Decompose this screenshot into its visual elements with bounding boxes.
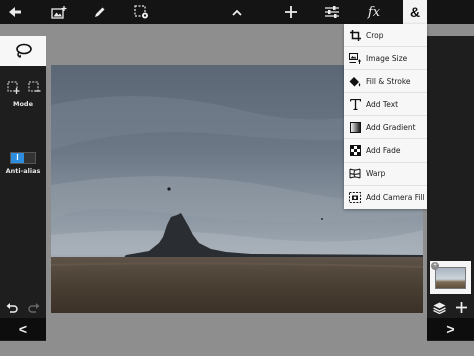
lasso-tool-tab[interactable] — [0, 36, 46, 66]
history-controls — [0, 298, 46, 318]
warp-icon — [349, 168, 361, 179]
brush-button[interactable] — [88, 0, 110, 24]
chevron-up-icon — [232, 9, 242, 16]
menu-item-fill-stroke[interactable]: Fill & Stroke — [344, 70, 427, 94]
undo-icon[interactable] — [6, 302, 18, 313]
effects-button[interactable]: fx — [363, 0, 385, 24]
adjustments-button[interactable] — [321, 0, 343, 24]
text-icon — [349, 98, 361, 110]
menu-item-label: Add Text — [366, 99, 399, 109]
antialias-label: Anti-alias — [5, 167, 41, 175]
right-layers-panel: + — [427, 36, 474, 341]
fade-icon — [349, 145, 361, 157]
redo-icon[interactable] — [28, 302, 40, 313]
menu-item-warp[interactable]: Warp — [344, 163, 427, 186]
selection-button[interactable] — [130, 0, 152, 24]
fx-icon: fx — [367, 4, 381, 20]
layers-icon[interactable] — [433, 302, 446, 314]
layer-badge: + — [431, 262, 439, 270]
left-tool-panel: Mode I Anti-alias — [0, 36, 46, 341]
image-size-icon — [349, 52, 361, 64]
mode-label: Mode — [13, 100, 33, 108]
camera-fill-icon — [349, 191, 361, 203]
chevron-left-icon: < — [18, 321, 28, 337]
add-image-button[interactable] — [48, 0, 70, 24]
image-add-icon — [51, 5, 67, 19]
more-tools-menu: Crop Image Size Fill & Stroke Add Text A… — [344, 24, 427, 209]
menu-item-add-camera-fill[interactable]: Add Camera Fill — [344, 186, 427, 209]
sliders-icon — [325, 6, 339, 18]
menu-item-label: Warp — [366, 169, 386, 179]
antialias-toggle[interactable]: I — [10, 152, 36, 164]
menu-item-label: Add Camera Fill — [366, 192, 425, 202]
menu-item-label: Crop — [366, 30, 384, 40]
ampersand-icon: & — [409, 4, 421, 20]
menu-item-image-size[interactable]: Image Size — [344, 47, 427, 71]
layer-thumbnail-image — [435, 267, 466, 289]
selection-subtract-icon — [28, 81, 40, 92]
back-button[interactable] — [4, 0, 26, 24]
menu-item-add-fade[interactable]: Add Fade — [344, 139, 427, 163]
add-button[interactable] — [280, 0, 302, 24]
layer-thumbnail[interactable]: + — [430, 261, 471, 294]
app-window: fx & Mode I Anti-alias < + > Crop Image … — [0, 0, 474, 356]
marquee-gear-icon — [133, 5, 148, 19]
left-panel-collapse-button[interactable]: < — [0, 318, 46, 340]
mode-subtract-button[interactable] — [27, 80, 41, 94]
antialias-toggle-on: I — [11, 153, 24, 163]
top-toolbar: fx & — [0, 0, 474, 24]
gradient-icon — [349, 121, 361, 133]
paint-bucket-icon — [349, 76, 361, 87]
menu-item-label: Fill & Stroke — [366, 76, 411, 86]
pencil-icon — [94, 7, 104, 17]
menu-item-label: Add Gradient — [366, 122, 416, 132]
menu-item-crop[interactable]: Crop — [344, 24, 427, 48]
chevron-right-icon: > — [446, 321, 455, 337]
plus-icon — [285, 6, 297, 18]
add-layer-icon[interactable] — [456, 302, 467, 313]
arrow-left-icon — [9, 7, 21, 17]
selection-add-icon — [7, 81, 19, 94]
menu-item-label: Image Size — [366, 53, 408, 63]
collapse-toolbar-button[interactable] — [226, 0, 248, 24]
lasso-icon — [16, 43, 32, 58]
mode-add-button[interactable] — [6, 80, 20, 94]
crop-icon — [349, 29, 361, 41]
menu-item-add-gradient[interactable]: Add Gradient — [344, 116, 427, 140]
right-panel-expand-button[interactable]: > — [427, 318, 474, 340]
more-tools-button[interactable]: & — [403, 0, 427, 24]
menu-item-add-text[interactable]: Add Text — [344, 93, 427, 117]
menu-item-label: Add Fade — [366, 146, 401, 156]
